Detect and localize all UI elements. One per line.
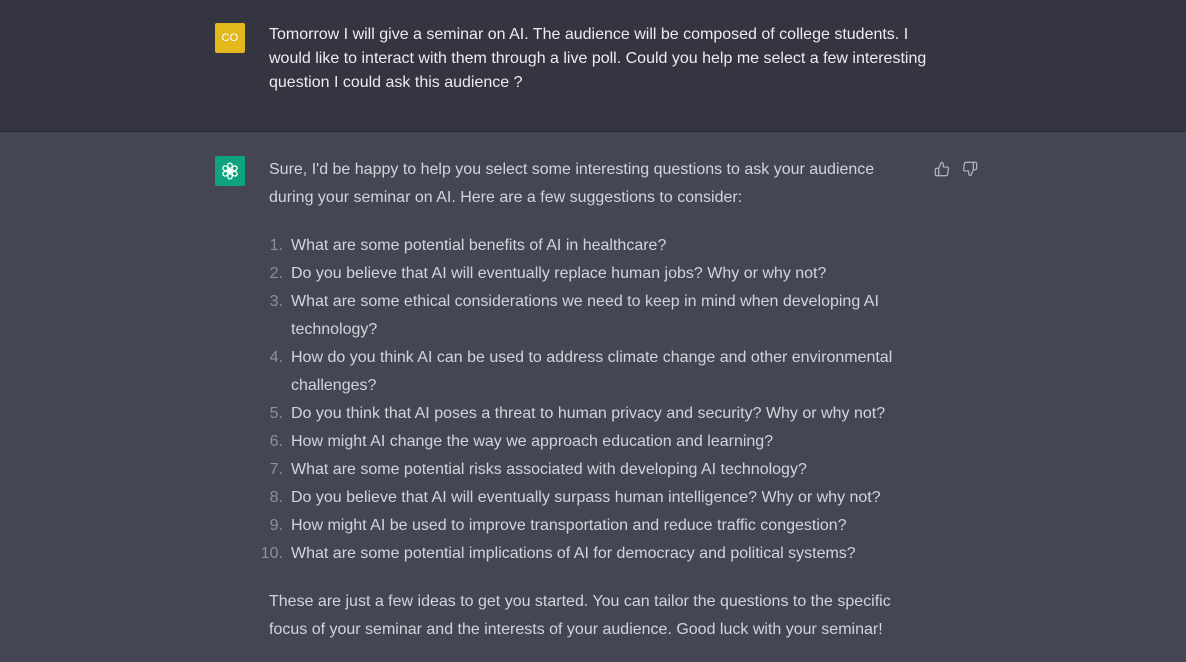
list-item: 10. What are some potential implications … <box>261 540 919 568</box>
openai-logo-icon <box>222 162 238 180</box>
list-item: 8. Do you believe that AI will eventually… <box>269 484 919 512</box>
thumbs-up-icon <box>934 161 950 177</box>
list-item: 4. How do you think AI can be used to add… <box>269 344 919 400</box>
list-item-text: What are some potential risks associated… <box>291 461 807 478</box>
user-avatar: CO <box>215 23 245 53</box>
list-item-text: How do you think AI can be used to addre… <box>291 349 893 394</box>
list-item-text: What are some ethical considerations we … <box>291 293 879 338</box>
list-item-number: 2. <box>269 265 283 282</box>
list-item: 2. Do you believe that AI will eventually… <box>269 260 919 288</box>
list-item-text: How might AI change the way we approach … <box>291 433 774 450</box>
list-item-number: 8. <box>269 489 283 506</box>
assistant-intro: Sure, I'd be happy to help you select so… <box>269 161 875 206</box>
assistant-message: Sure, I'd be happy to help you select so… <box>0 132 1186 662</box>
questions-list: 1. What are some potential benefits of AI… <box>261 232 919 568</box>
list-item-number: 7. <box>269 461 283 478</box>
list-item-text: Do you believe that AI will eventually s… <box>291 489 881 506</box>
list-item-number: 6. <box>269 433 283 450</box>
list-item-number: 9. <box>269 517 283 534</box>
user-message-text: Tomorrow I will give a seminar on AI. Th… <box>269 26 927 91</box>
list-item-number: 4. <box>269 349 283 366</box>
thumbs-down-button[interactable] <box>961 160 979 178</box>
list-item-number: 1. <box>269 237 283 254</box>
assistant-message-body: Sure, I'd be happy to help you select so… <box>261 156 919 644</box>
assistant-avatar <box>215 156 245 186</box>
list-item: 1. What are some potential benefits of AI… <box>269 232 919 260</box>
list-item: 6. How might AI change the way we approac… <box>269 428 919 456</box>
thumbs-up-button[interactable] <box>933 160 951 178</box>
list-item-text: How might AI be used to improve transpor… <box>291 517 847 534</box>
list-item-number: 10. <box>260 545 283 562</box>
list-item-number: 3. <box>269 293 283 310</box>
thumbs-down-icon <box>962 161 978 177</box>
list-item-text: Do you think that AI poses a threat to h… <box>291 405 886 422</box>
list-item: 3. What are some ethical considerations w… <box>269 288 919 344</box>
list-item: 5. Do you think that AI poses a threat to… <box>269 400 919 428</box>
user-message: CO Tomorrow I will give a seminar on AI.… <box>0 0 1186 132</box>
list-item-text: Do you believe that AI will eventually r… <box>291 265 827 282</box>
list-item: 7. What are some potential risks associat… <box>269 456 919 484</box>
list-item-text: What are some potential implications of … <box>291 545 856 562</box>
assistant-outro: These are just a few ideas to get you st… <box>269 593 891 638</box>
list-item: 9. How might AI be used to improve transp… <box>269 512 919 540</box>
list-item-number: 5. <box>269 405 283 422</box>
list-item-text: What are some potential benefits of AI i… <box>291 237 667 254</box>
